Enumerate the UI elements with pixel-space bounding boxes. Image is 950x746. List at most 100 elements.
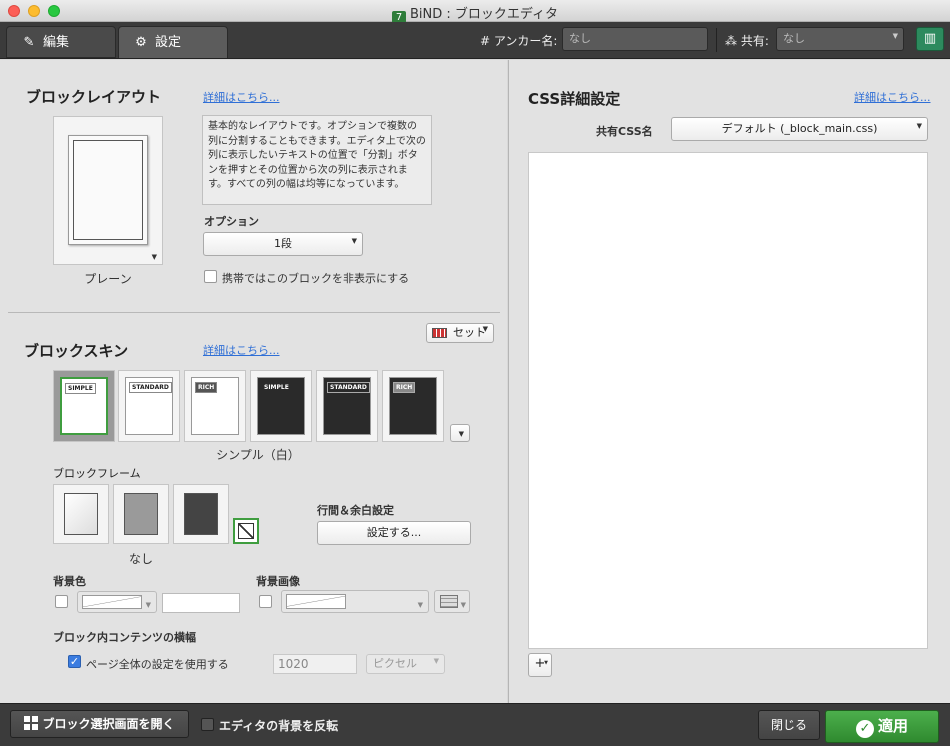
content-width-unit-value: ピクセル bbox=[373, 657, 417, 670]
chevron-down-icon: ▼ bbox=[544, 660, 548, 666]
tab-settings-label: 設定 bbox=[155, 35, 182, 50]
grid-icon bbox=[432, 328, 447, 338]
skin-thumb-standard-dark[interactable]: STANDARD bbox=[316, 370, 378, 442]
grid-icon bbox=[440, 595, 458, 608]
option-label: オプション bbox=[204, 215, 259, 228]
shared-css-value: デフォルト (_block_main.css) bbox=[721, 122, 878, 135]
open-block-selector-label: ブロック選択画面を開く bbox=[42, 717, 175, 731]
window-title-text: BiND : ブロックエディタ bbox=[410, 7, 558, 22]
frame-none-icon[interactable] bbox=[233, 518, 259, 544]
content-width-input[interactable]: 1020 bbox=[273, 654, 357, 674]
book-icon[interactable]: ▥ bbox=[916, 27, 944, 51]
frame-option-image bbox=[124, 493, 158, 535]
layout-preview[interactable]: ▼ bbox=[53, 116, 163, 265]
skin-thumb-image: RICH bbox=[389, 377, 437, 435]
skin-thumb-rich-white[interactable]: RICH bbox=[184, 370, 246, 442]
bg-image-position-button[interactable]: ▼ bbox=[434, 590, 470, 613]
skin-thumb-image: SIMPLE bbox=[257, 377, 305, 435]
bg-color-checkbox[interactable] bbox=[55, 595, 68, 608]
content-width-title: ブロック内コンテンツの横幅 bbox=[53, 631, 196, 644]
skin-thumb-standard-white[interactable]: STANDARD bbox=[118, 370, 180, 442]
share-select-value: なし bbox=[783, 32, 805, 45]
chevron-down-icon: ▼ bbox=[417, 601, 423, 609]
anchor-label: # アンカー名: bbox=[480, 34, 558, 48]
layout-preview-page bbox=[68, 135, 148, 245]
skin-thumb-simple-dark[interactable]: SIMPLE bbox=[250, 370, 312, 442]
mobile-hide-checkbox[interactable] bbox=[204, 270, 217, 283]
gear-icon: ⚙ bbox=[135, 35, 147, 50]
option-select-value: 1段 bbox=[274, 237, 292, 250]
chevron-down-icon: ▼ bbox=[145, 601, 151, 609]
tab-settings[interactable]: ⚙ 設定 bbox=[118, 26, 228, 58]
frame-option-dark[interactable] bbox=[173, 484, 229, 544]
bg-image-title: 背景画像 bbox=[256, 575, 300, 588]
frame-option-light[interactable] bbox=[53, 484, 109, 544]
css-detail-link[interactable]: 詳細はこちら... bbox=[854, 89, 931, 105]
skin-thumb-image: STANDARD bbox=[125, 377, 173, 435]
close-button[interactable]: 閉じる bbox=[758, 710, 820, 740]
shared-css-label: 共有CSS名 bbox=[596, 125, 653, 138]
skin-thumb-name: STANDARD bbox=[129, 382, 172, 393]
anchor-input[interactable]: なし bbox=[562, 27, 708, 51]
skin-thumb-image: SIMPLE bbox=[60, 377, 108, 435]
skin-thumb-rich-dark[interactable]: RICH bbox=[382, 370, 444, 442]
content-width-unit-select[interactable]: ピクセル ▼ bbox=[366, 654, 445, 674]
skin-selected-name: シンプル（白） bbox=[216, 448, 300, 462]
skin-thumb-name: RICH bbox=[393, 382, 416, 393]
bottom-bar: ブロック選択画面を開く エディタの背景を反転 閉じる ✓ 適用 bbox=[0, 703, 950, 746]
block-frame-title: ブロックフレーム bbox=[53, 467, 141, 480]
apply-label: 適用 bbox=[877, 717, 908, 735]
chevron-down-icon: ▼ bbox=[916, 122, 922, 130]
tab-edit[interactable]: ✎ 編集 bbox=[6, 26, 116, 58]
share-label-text: 共有: bbox=[740, 34, 769, 48]
share-label: ⁂ 共有: bbox=[725, 32, 769, 49]
frame-option-image bbox=[184, 493, 218, 535]
skin-thumb-name: STANDARD bbox=[327, 382, 370, 393]
chevron-down-icon: ▼ bbox=[351, 237, 357, 245]
skin-thumb-image: STANDARD bbox=[323, 377, 371, 435]
layout-detail-link[interactable]: 詳細はこちら... bbox=[203, 89, 280, 105]
css-settings-title: CSS詳細設定 bbox=[528, 90, 621, 108]
frame-option-gray[interactable] bbox=[113, 484, 169, 544]
css-editor-area[interactable] bbox=[528, 152, 928, 649]
option-select[interactable]: 1段 ▼ bbox=[203, 232, 363, 256]
spacing-title: 行間＆余白設定 bbox=[317, 504, 394, 517]
bg-color-title: 背景色 bbox=[53, 575, 86, 588]
mobile-hide-label: 携帯ではこのブロックを非表示にする bbox=[222, 272, 410, 285]
skin-more-button[interactable]: ▼ bbox=[450, 424, 470, 442]
bg-color-none-glyph bbox=[82, 595, 142, 609]
skin-thumb-name: SIMPLE bbox=[65, 383, 96, 394]
shared-css-select[interactable]: デフォルト (_block_main.css) ▼ bbox=[671, 117, 928, 141]
bg-image-checkbox[interactable] bbox=[259, 595, 272, 608]
chevron-down-icon: ▼ bbox=[892, 32, 898, 40]
skin-thumb-simple-white[interactable]: SIMPLE bbox=[53, 370, 115, 442]
spacing-settings-button[interactable]: 設定する... bbox=[317, 521, 471, 545]
bg-color-swatch[interactable]: ▼ bbox=[77, 591, 157, 613]
skin-thumb-name: RICH bbox=[195, 382, 218, 393]
section-divider bbox=[8, 312, 500, 313]
share-select[interactable]: なし ▼ bbox=[776, 27, 904, 51]
use-page-setting-label: ページ全体の設定を使用する bbox=[86, 658, 229, 671]
bg-image-select[interactable]: ▼ bbox=[281, 590, 429, 613]
layout-preview-name: プレーン bbox=[84, 272, 132, 286]
block-skin-title: ブロックスキン bbox=[24, 342, 129, 360]
skin-set-button[interactable]: セット ▼ bbox=[426, 323, 494, 343]
invert-bg-checkbox[interactable] bbox=[201, 718, 214, 731]
share-icon: ⁂ bbox=[725, 34, 737, 48]
add-css-button[interactable]: + ▼ bbox=[528, 653, 552, 677]
chevron-down-icon: ▼ bbox=[482, 325, 488, 333]
skin-thumb-name: SIMPLE bbox=[261, 382, 292, 393]
open-block-selector-button[interactable]: ブロック選択画面を開く bbox=[10, 710, 189, 738]
layout-preview-block bbox=[73, 140, 143, 240]
invert-bg-label: エディタの背景を反転 bbox=[219, 719, 339, 733]
chevron-down-icon: ▼ bbox=[460, 601, 466, 609]
skin-detail-link[interactable]: 詳細はこちら... bbox=[203, 342, 280, 358]
use-page-setting-checkbox[interactable]: ✓ bbox=[68, 655, 81, 668]
chevron-down-icon: ▼ bbox=[151, 253, 157, 261]
toolbar-divider bbox=[716, 28, 717, 52]
apply-button[interactable]: ✓ 適用 bbox=[825, 710, 939, 743]
checkmark-icon: ✓ bbox=[69, 655, 80, 668]
toolbar: ✎ 編集 ⚙ 設定 # アンカー名: なし ⁂ 共有: なし ▼ ▥ bbox=[0, 22, 950, 59]
bg-color-input[interactable] bbox=[162, 593, 240, 613]
frame-option-image bbox=[64, 493, 98, 535]
